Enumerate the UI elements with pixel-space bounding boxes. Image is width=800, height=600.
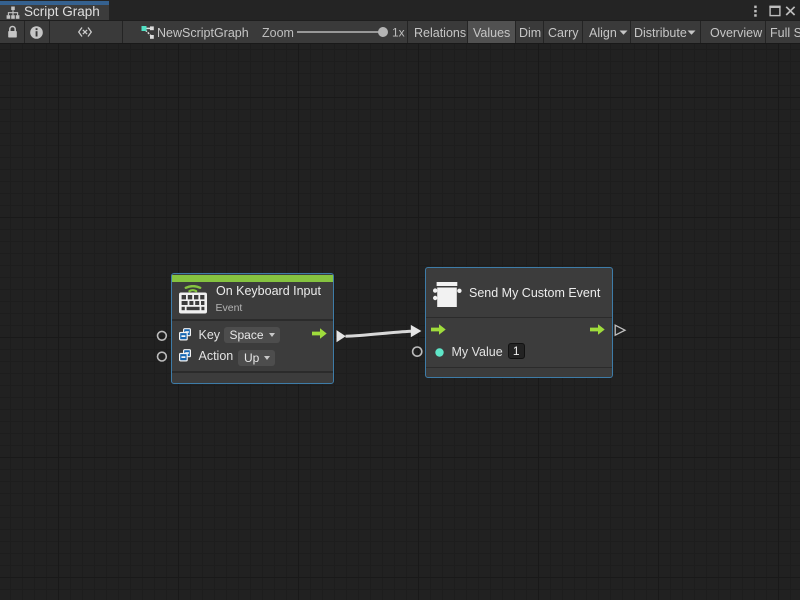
svg-text:1x: 1x <box>392 26 405 40</box>
